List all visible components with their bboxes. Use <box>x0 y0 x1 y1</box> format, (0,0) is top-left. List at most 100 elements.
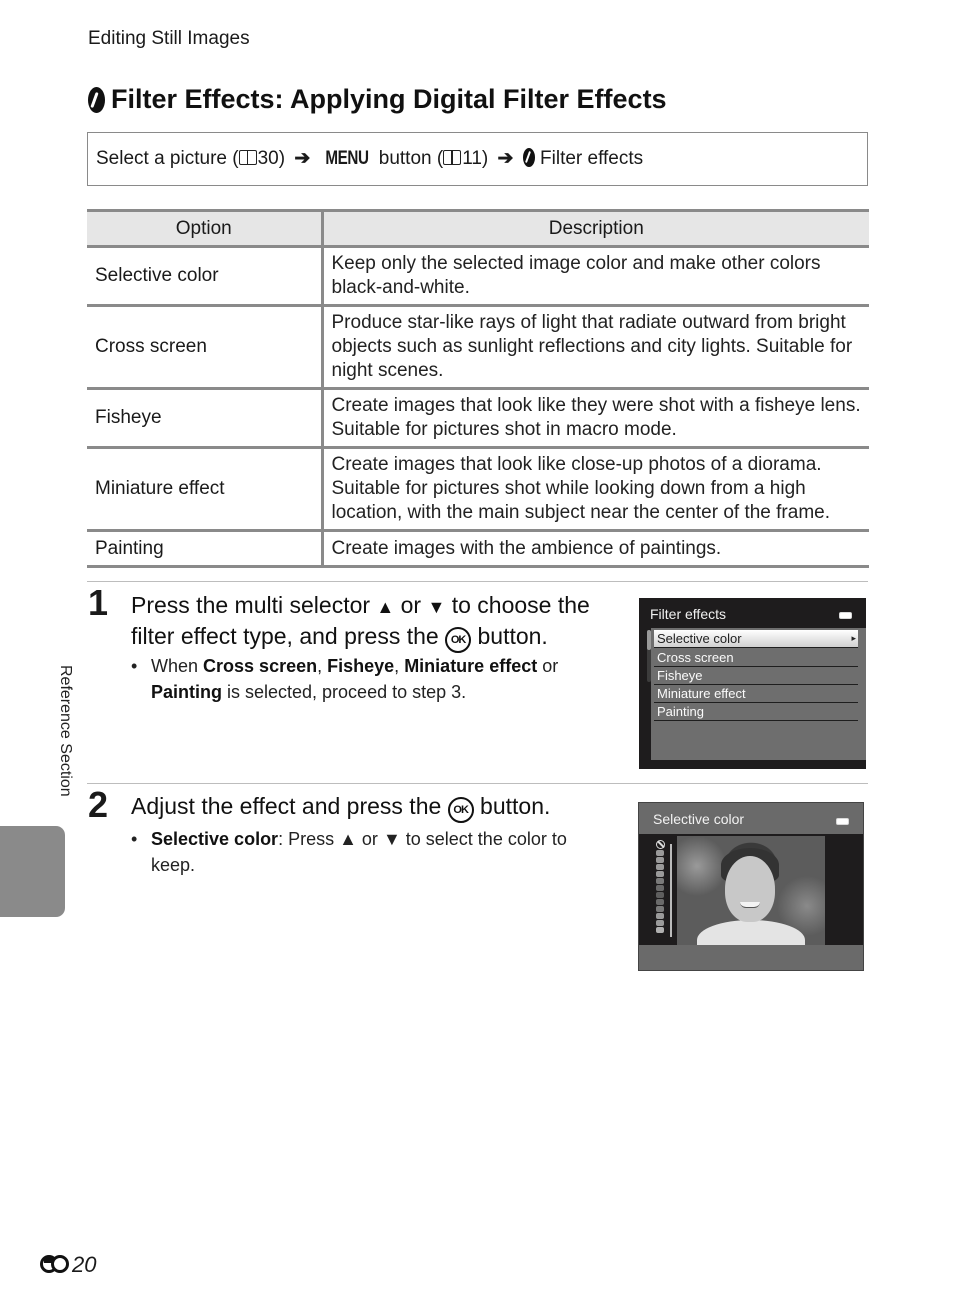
nav-step-menu: button ( <box>373 148 444 169</box>
note-text: , <box>394 656 405 676</box>
camera-menu-item-fisheye: Fisheye <box>654 667 858 685</box>
photo-subject-shoulders <box>697 920 805 946</box>
description-cell: Create images that look like close-up ph… <box>322 447 869 532</box>
section-side-label: Reference Section <box>57 665 74 797</box>
camera-menu-scroll-thumb <box>647 630 651 650</box>
down-arrow-icon: ▼ <box>427 597 446 617</box>
menu-navigation-path: Select a picture ( 30) ➔ MENU button ( 11)… <box>87 132 868 186</box>
step-text: or <box>394 592 428 618</box>
description-cell: Keep only the selected image color and m… <box>322 246 869 307</box>
color-swatch <box>656 878 664 884</box>
camera-screen-filter-effects-menu: Filter effects Selective color Cross scr… <box>639 598 866 769</box>
step-note: Selective color: Press ▲ or ▼ to select … <box>131 826 601 878</box>
no-color-icon <box>656 840 665 849</box>
table-header-row: Option Description <box>87 209 869 248</box>
camera-menu-item-painting: Painting <box>654 703 858 721</box>
note-text: or <box>537 656 559 676</box>
step-text: button. <box>471 623 548 649</box>
menu-button-label: MENU <box>324 148 369 169</box>
page-number-text: 20 <box>72 1252 97 1277</box>
arrow-right-icon: ➔ <box>294 148 311 169</box>
step-number: 1 <box>88 582 109 623</box>
column-header-description: Description <box>322 209 869 248</box>
color-palette-selector <box>656 840 666 934</box>
step-text: Adjust the effect and press the <box>131 793 448 819</box>
battery-icon <box>839 612 852 619</box>
camera-menu-item-cross-screen: Cross screen <box>654 649 858 667</box>
nav-step-select-picture: Select a picture ( <box>96 148 239 169</box>
color-swatch <box>656 892 664 898</box>
table-row: Miniature effect Create images that look… <box>87 447 869 532</box>
color-swatch <box>656 913 664 919</box>
ok-button-icon: OK <box>445 627 472 653</box>
preview-photo-portrait <box>677 836 825 946</box>
note-term: Fisheye <box>327 656 395 676</box>
note-text: , <box>317 656 328 676</box>
nav-page-ref: 30) <box>257 148 286 169</box>
photo-subject-face <box>725 856 775 922</box>
up-arrow-icon: ▲ <box>376 597 395 617</box>
arrow-right-icon: ➔ <box>497 148 514 169</box>
color-swatch <box>656 906 664 912</box>
color-swatch <box>656 864 664 870</box>
filter-effects-icon <box>522 148 535 167</box>
camera-menu-item-miniature-effect: Miniature effect <box>654 685 858 703</box>
color-swatch <box>656 885 664 891</box>
color-swatch <box>656 899 664 905</box>
camera-screen-footer <box>639 945 863 970</box>
camera-menu-item-selective-color: Selective color <box>654 630 858 648</box>
page-title: Filter Effects: Applying Digital Filter … <box>88 84 667 115</box>
option-cell: Cross screen <box>87 305 324 390</box>
filter-options-table: Option Description Selective color Keep … <box>87 209 869 568</box>
description-cell: Create images with the ambience of paint… <box>322 530 869 568</box>
nav-page-ref: 11) <box>462 148 489 169</box>
nav-step-filter-effects: Filter effects <box>534 148 644 169</box>
note-term: Painting <box>151 682 222 702</box>
color-swatch <box>656 871 664 877</box>
step-divider <box>87 581 868 582</box>
color-swatch <box>656 927 664 933</box>
column-header-option: Option <box>87 209 324 248</box>
note-term: Cross screen <box>203 656 318 676</box>
camera-screen-selective-color: Selective color <box>638 802 864 971</box>
step-divider <box>87 783 868 784</box>
description-cell: Create images that look like they were s… <box>322 388 869 449</box>
step-instruction: Adjust the effect and press the OK butto… <box>131 792 621 823</box>
option-cell: Miniature effect <box>87 447 324 532</box>
color-swatch <box>656 920 664 926</box>
camera-screen-title: Selective color <box>653 811 745 827</box>
option-cell: Selective color <box>87 246 324 307</box>
filter-effects-icon <box>88 86 105 113</box>
color-swatch <box>656 857 664 863</box>
step-text: button. <box>473 793 551 819</box>
step-number: 2 <box>88 784 109 825</box>
step-text: Press the multi selector <box>131 592 377 618</box>
color-slider-track <box>670 844 672 937</box>
table-row: Fisheye Create images that look like the… <box>87 388 869 449</box>
note-text: : Press <box>278 829 340 849</box>
up-arrow-icon: ▲ <box>339 829 357 849</box>
running-head: Editing Still Images <box>88 28 250 49</box>
book-reference-icon <box>443 150 462 165</box>
option-cell: Fisheye <box>87 388 324 449</box>
table-row: Cross screen Produce star-like rays of l… <box>87 305 869 390</box>
note-term: Miniature effect <box>404 656 538 676</box>
color-swatch <box>656 850 664 856</box>
battery-icon <box>836 818 849 825</box>
note-text: or <box>356 829 383 849</box>
table-row: Painting Create images with the ambience… <box>87 530 869 568</box>
section-thumb-tab <box>0 826 65 917</box>
note-term: Selective color <box>151 829 279 849</box>
photo-subject-smile <box>740 902 760 908</box>
camera-menu-title: Filter effects <box>650 606 726 622</box>
table-row: Selective color Keep only the selected i… <box>87 246 869 307</box>
reference-binoculars-icon <box>40 1255 70 1273</box>
page-number: 20 <box>40 1252 96 1278</box>
note-text: is selected, proceed to step 3. <box>222 682 467 702</box>
book-reference-icon <box>238 150 257 165</box>
note-text: When <box>151 656 204 676</box>
step-note: When Cross screen, Fisheye, Miniature ef… <box>131 653 601 705</box>
page-title-text: Filter Effects: Applying Digital Filter … <box>111 84 667 114</box>
ok-button-icon: OK <box>447 797 474 823</box>
description-cell: Produce star-like rays of light that rad… <box>322 305 869 390</box>
